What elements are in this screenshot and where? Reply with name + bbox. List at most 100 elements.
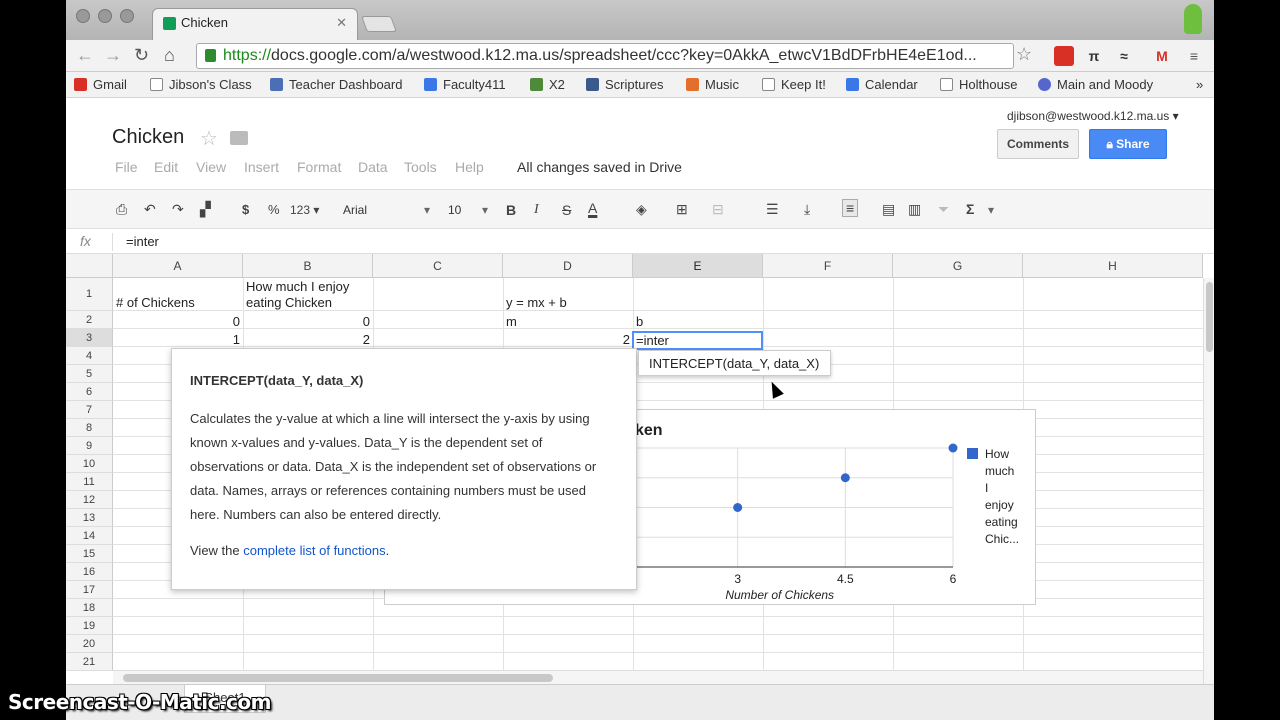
text-color-button[interactable]: A	[588, 200, 597, 216]
insert-chart-icon[interactable]: ▥	[908, 201, 921, 218]
cell-e2[interactable]: b	[636, 314, 643, 329]
bookmark-calendar[interactable]: Calendar	[846, 77, 918, 92]
vertical-align-icon[interactable]: ⤓	[804, 201, 810, 218]
extension-approx-icon[interactable]: ≈	[1114, 46, 1134, 66]
horizontal-scroll-thumb[interactable]	[123, 674, 553, 682]
account-menu[interactable]: djibson@westwood.k12.ma.us ▾	[1007, 109, 1179, 123]
row-header-1[interactable]: 1	[66, 278, 113, 311]
profile-icon[interactable]	[1184, 4, 1202, 34]
row-header-2[interactable]: 2	[66, 311, 113, 329]
cell-b3[interactable]: 2	[246, 332, 370, 347]
fill-color-icon[interactable]: ◈	[636, 201, 647, 218]
bookmark-music[interactable]: Music	[686, 77, 739, 92]
document-title[interactable]: Chicken	[112, 126, 184, 149]
bookmark-faculty411[interactable]: Faculty411	[424, 77, 506, 92]
home-icon[interactable]: ⌂	[164, 45, 175, 66]
column-header-c[interactable]: C	[373, 254, 503, 278]
row-header-9[interactable]: 9	[66, 437, 113, 455]
column-header-f[interactable]: F	[763, 254, 893, 278]
column-header-d[interactable]: D	[503, 254, 633, 278]
row-header-7[interactable]: 7	[66, 401, 113, 419]
back-icon[interactable]: ←	[76, 45, 94, 66]
font-size-dropdown[interactable]: 10	[448, 203, 461, 217]
font-family-dropdown[interactable]: Arial	[343, 203, 367, 217]
merge-cells-icon[interactable]: ⊟	[712, 201, 724, 218]
bookmarks-overflow-button[interactable]: »	[1196, 77, 1203, 92]
row-header-12[interactable]: 12	[66, 491, 113, 509]
bookmark-scriptures[interactable]: Scriptures	[586, 77, 664, 92]
row-header-3[interactable]: 3	[66, 329, 113, 347]
autocomplete-suggestion[interactable]: INTERCEPT(data_Y, data_X)	[638, 350, 831, 376]
minimize-window-button[interactable]	[98, 9, 112, 23]
row-header-20[interactable]: 20	[66, 635, 113, 653]
bookmark-keep-it[interactable]: Keep It!	[762, 77, 826, 92]
column-header-e[interactable]: E	[633, 254, 763, 278]
row-header-17[interactable]: 17	[66, 581, 113, 599]
new-tab-button[interactable]	[361, 16, 397, 32]
functions-button[interactable]: Σ	[966, 201, 974, 217]
bookmark-x2[interactable]: X2	[530, 77, 565, 92]
formula-input[interactable]: =inter	[126, 234, 159, 249]
cell-d1[interactable]: y = mx + b	[506, 295, 567, 310]
horizontal-scrollbar[interactable]	[113, 670, 1203, 684]
select-all-corner[interactable]	[66, 254, 113, 278]
paint-format-icon[interactable]: ▞	[200, 201, 211, 218]
chevron-down-icon[interactable]: ▾	[482, 203, 488, 217]
row-header-14[interactable]: 14	[66, 527, 113, 545]
browser-tab[interactable]: Chicken ✕	[152, 8, 358, 40]
row-header-16[interactable]: 16	[66, 563, 113, 581]
percent-format-button[interactable]: %	[268, 202, 280, 217]
comments-button[interactable]: Comments	[997, 129, 1079, 159]
align-left-icon[interactable]: ☰	[766, 201, 779, 218]
extension-red-icon[interactable]	[1054, 46, 1074, 66]
cell-a2[interactable]: 0	[116, 314, 240, 329]
currency-format-button[interactable]: $	[242, 202, 249, 217]
menu-help[interactable]: Help	[455, 159, 484, 175]
vertical-scroll-thumb[interactable]	[1206, 282, 1213, 352]
column-header-g[interactable]: G	[893, 254, 1023, 278]
undo-icon[interactable]: ↶	[144, 201, 156, 218]
filter-icon[interactable]: ⏷	[938, 201, 949, 218]
redo-icon[interactable]: ↷	[172, 201, 184, 218]
menu-edit[interactable]: Edit	[154, 159, 178, 175]
zoom-window-button[interactable]	[120, 9, 134, 23]
row-header-6[interactable]: 6	[66, 383, 113, 401]
menu-data[interactable]: Data	[358, 159, 388, 175]
row-header-8[interactable]: 8	[66, 419, 113, 437]
close-window-button[interactable]	[76, 9, 90, 23]
row-header-18[interactable]: 18	[66, 599, 113, 617]
complete-list-link[interactable]: complete list of functions	[243, 543, 385, 558]
borders-icon[interactable]: ⊞	[676, 201, 688, 218]
italic-button[interactable]: I	[534, 202, 539, 218]
print-icon[interactable]: ⎙	[116, 201, 127, 218]
chrome-menu-icon[interactable]: ≡	[1184, 46, 1204, 66]
cell-b2[interactable]: 0	[246, 314, 370, 329]
row-header-19[interactable]: 19	[66, 617, 113, 635]
bookmark-holthouse[interactable]: Holthouse	[940, 77, 1018, 92]
column-header-b[interactable]: B	[243, 254, 373, 278]
menu-insert[interactable]: Insert	[244, 159, 279, 175]
menu-tools[interactable]: Tools	[404, 159, 437, 175]
cell-a3[interactable]: 1	[116, 332, 240, 347]
share-button[interactable]: 🔒︎ Share	[1089, 129, 1167, 159]
star-icon[interactable]: ☆	[200, 126, 218, 151]
row-header-11[interactable]: 11	[66, 473, 113, 491]
column-header-h[interactable]: H	[1023, 254, 1203, 278]
address-bar[interactable]: https://docs.google.com/a/westwood.k12.m…	[196, 43, 1014, 69]
chevron-down-icon[interactable]: ▾	[988, 203, 994, 217]
bookmark-teacher-dashboard[interactable]: Teacher Dashboard	[270, 77, 402, 92]
cell-a1[interactable]: # of Chickens	[116, 295, 195, 310]
column-header-a[interactable]: A	[113, 254, 243, 278]
row-header-15[interactable]: 15	[66, 545, 113, 563]
bookmark-star-icon[interactable]: ☆	[1016, 44, 1032, 65]
menu-format[interactable]: Format	[297, 159, 341, 175]
forward-icon[interactable]: →	[104, 45, 122, 66]
insert-comment-icon[interactable]: ▤	[882, 201, 895, 218]
row-header-10[interactable]: 10	[66, 455, 113, 473]
bookmark-main-and-moody[interactable]: Main and Moody	[1038, 77, 1153, 92]
bold-button[interactable]: B	[506, 202, 516, 218]
cell-d2[interactable]: m	[506, 314, 517, 329]
vertical-scrollbar[interactable]	[1203, 278, 1214, 684]
tab-close-icon[interactable]: ✕	[336, 15, 347, 31]
row-header-13[interactable]: 13	[66, 509, 113, 527]
